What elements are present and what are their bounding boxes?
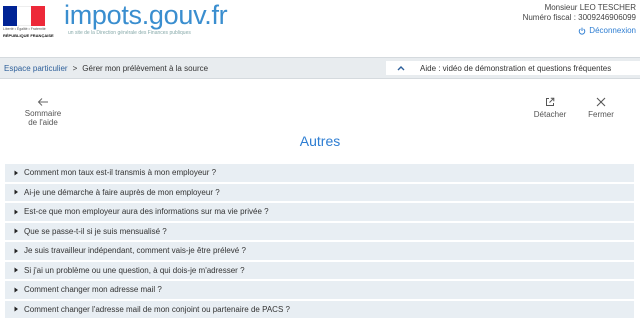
faq-question: Si j'ai un problème ou une question, à q… xyxy=(24,265,245,275)
caret-right-icon xyxy=(14,267,18,273)
rf-name: RÉPUBLIQUE FRANÇAISE xyxy=(3,33,54,38)
close-label: Fermer xyxy=(588,110,614,119)
detach-button[interactable]: Détacher xyxy=(530,97,570,119)
fiscal-number: Numéro fiscal : 3009246906099 xyxy=(522,13,636,22)
french-flag-icon xyxy=(3,6,45,26)
faq-item[interactable]: Est-ce que mon employeur aura des inform… xyxy=(5,203,634,221)
logo-subtitle: un site de la Direction générale des Fin… xyxy=(68,30,191,36)
faq-item[interactable]: Que se passe-t-il si je suis mensualisé … xyxy=(5,222,634,240)
site-header: Liberté • Égalité • Fraternité RÉPUBLIQU… xyxy=(0,0,640,57)
faq-question: Comment changer l'adresse mail de mon co… xyxy=(24,304,290,314)
republique-francaise-logo[interactable]: Liberté • Égalité • Fraternité RÉPUBLIQU… xyxy=(3,6,54,42)
faq-question: Est-ce que mon employeur aura des inform… xyxy=(24,207,269,217)
faq-question: Je suis travailleur indépendant, comment… xyxy=(24,246,246,256)
user-name: Monsieur LEO TESCHER xyxy=(544,3,636,12)
faq-question: Comment changer mon adresse mail ? xyxy=(24,285,162,295)
breadcrumb-home-link[interactable]: Espace particulier xyxy=(4,64,68,73)
caret-right-icon xyxy=(14,287,18,293)
caret-right-icon xyxy=(14,228,18,234)
faq-question: Que se passe-t-il si je suis mensualisé … xyxy=(24,226,167,236)
breadcrumb-bar: Espace particulier > Gérer mon prélèveme… xyxy=(0,57,640,79)
help-panel-toggle[interactable]: Aide : vidéo de démonstration et questio… xyxy=(386,61,640,75)
external-link-icon xyxy=(546,97,555,106)
close-icon xyxy=(596,97,606,107)
faq-question: Comment mon taux est-il transmis à mon e… xyxy=(24,168,217,178)
faq-list: Comment mon taux est-il transmis à mon e… xyxy=(5,164,634,320)
section-title: Autres xyxy=(299,133,341,149)
back-to-summary-label: Sommaire de l'aide xyxy=(24,109,62,127)
impots-logo[interactable]: impots.gouv.fr xyxy=(64,0,228,31)
arrow-left-icon xyxy=(37,98,48,106)
faq-item[interactable]: Comment mon taux est-il transmis à mon e… xyxy=(5,164,634,182)
breadcrumb-current: Gérer mon prélèvement à la source xyxy=(82,64,209,73)
faq-question: Ai-je une démarche à faire auprès de mon… xyxy=(24,187,220,197)
faq-item[interactable]: Je suis travailleur indépendant, comment… xyxy=(5,242,634,260)
logout-link[interactable]: Déconnexion xyxy=(578,26,636,35)
faq-item[interactable]: Comment changer mon adresse mail ? xyxy=(5,281,634,299)
breadcrumb-separator: > xyxy=(72,64,78,73)
caret-right-icon xyxy=(14,306,18,312)
logout-label: Déconnexion xyxy=(589,26,636,35)
caret-right-icon xyxy=(14,189,18,195)
close-button[interactable]: Fermer xyxy=(584,97,618,119)
chevron-up-icon xyxy=(397,66,405,71)
breadcrumb: Espace particulier > Gérer mon prélèveme… xyxy=(4,64,208,73)
rf-motto: Liberté • Égalité • Fraternité xyxy=(3,27,46,31)
back-to-summary-button[interactable]: Sommaire de l'aide xyxy=(20,97,66,127)
faq-item[interactable]: Comment changer l'adresse mail de mon co… xyxy=(5,300,634,318)
caret-right-icon xyxy=(14,170,18,176)
detach-label: Détacher xyxy=(533,110,567,119)
faq-item[interactable]: Ai-je une démarche à faire auprès de mon… xyxy=(5,183,634,201)
power-icon xyxy=(579,27,586,35)
faq-item[interactable]: Si j'ai un problème ou une question, à q… xyxy=(5,261,634,279)
caret-right-icon xyxy=(14,248,18,254)
help-panel-content: Sommaire de l'aide Détacher Fermer Autre… xyxy=(0,79,640,325)
caret-right-icon xyxy=(14,209,18,215)
help-panel-label: Aide : vidéo de démonstration et questio… xyxy=(420,63,612,73)
